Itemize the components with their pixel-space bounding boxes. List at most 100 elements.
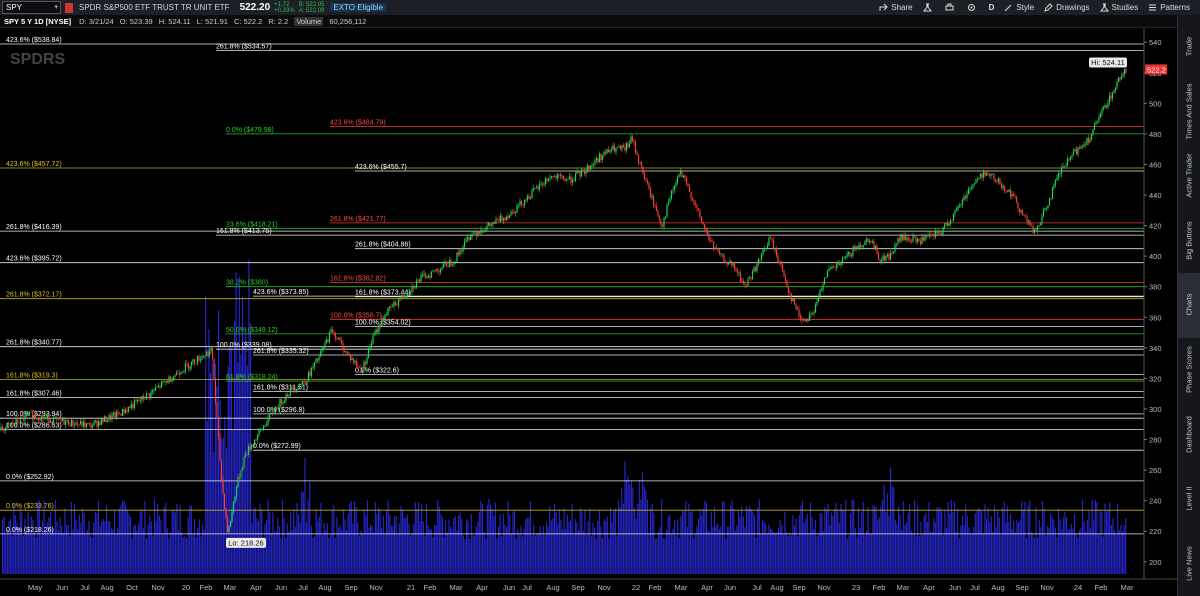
candle-body [1123, 69, 1126, 75]
candle-body [1015, 197, 1018, 203]
volume-bar [578, 530, 580, 574]
candle-body [28, 411, 31, 414]
volume-bar [629, 484, 631, 574]
volume-bar [890, 467, 892, 574]
volume-bar [19, 507, 21, 574]
print-button[interactable] [945, 3, 957, 12]
volume-bar [856, 536, 858, 574]
time-tick-label: Sep [571, 583, 584, 592]
candle-body [597, 158, 599, 163]
volume-bar [86, 530, 88, 574]
volume-bar [1008, 522, 1010, 574]
symbol-input[interactable]: SPY ▾ [2, 1, 61, 14]
candle-body [417, 279, 419, 281]
price-tick-label: 220 [1149, 527, 1162, 536]
volume-bar [698, 518, 700, 574]
volume-bar [595, 539, 597, 574]
volume-bar [174, 512, 176, 574]
volume-bar [395, 516, 397, 574]
chevron-down-icon[interactable]: ▾ [54, 2, 58, 13]
side-tab-live-news[interactable]: Live News [1178, 531, 1200, 596]
candle-body [571, 180, 574, 183]
price-chart[interactable]: SPDRS423.6% ($538.84)261.8% ($534.57)423… [0, 28, 1178, 596]
side-tab-times-and-sales[interactable]: Times And Sales [1178, 80, 1200, 145]
volume-bar [1005, 522, 1007, 574]
candle-body [795, 304, 797, 310]
volume-bar [75, 520, 77, 574]
volume-bar [482, 504, 484, 574]
side-tab-big-buttons[interactable]: Big Buttons [1178, 209, 1200, 274]
candle-body [22, 417, 25, 421]
volume-bar [770, 529, 772, 574]
volume-bar [987, 507, 989, 574]
side-tab-phase-scores[interactable]: Phase Scores [1178, 338, 1200, 403]
drawings-button[interactable]: Drawings [1044, 3, 1090, 12]
candle-body [673, 186, 676, 191]
candle-body [19, 417, 22, 423]
candle-body [802, 319, 805, 321]
style-button[interactable]: Style [1004, 3, 1034, 12]
volume-bar [845, 499, 847, 574]
side-tab-label: Times And Sales [1184, 83, 1194, 140]
patterns-button[interactable]: Patterns [1148, 3, 1190, 12]
volume-bar [146, 538, 148, 574]
volume-bar [957, 508, 959, 574]
volume-bar [998, 517, 1000, 574]
volume-bar [1117, 504, 1119, 574]
volume-bar [133, 526, 135, 574]
volume-bar [536, 533, 538, 574]
candle-body [1050, 198, 1052, 200]
candle-body [670, 190, 673, 199]
candle-body [537, 187, 539, 190]
volume-bar [480, 500, 482, 574]
volume-bar [678, 537, 680, 574]
share-button[interactable]: Share [879, 3, 913, 12]
time-tick-label: Aug [770, 583, 783, 592]
volume-bar [139, 511, 141, 574]
candle-body [1101, 109, 1103, 114]
volume-bar [486, 505, 488, 574]
side-tab-charts[interactable]: Charts [1178, 273, 1200, 338]
volume-bar [989, 522, 991, 574]
candle-body [378, 324, 380, 333]
candle-body [757, 258, 760, 265]
candle-body [229, 521, 232, 527]
candle-body [1105, 105, 1108, 108]
volume-bar [266, 520, 268, 574]
volume-bar [558, 509, 560, 574]
side-tab-dashboard[interactable]: Dashboard [1178, 402, 1200, 467]
candle-body [834, 267, 836, 268]
side-tab-level-ii[interactable]: Level II [1178, 467, 1200, 532]
candle-body [147, 393, 149, 395]
candle-body [852, 246, 854, 256]
period-button[interactable]: D [989, 3, 995, 12]
volume-bar [282, 500, 284, 574]
volume-bar [1104, 503, 1106, 574]
candle-body [36, 418, 38, 419]
side-tab-trade[interactable]: Trade [1178, 15, 1200, 80]
volume-bar [48, 517, 50, 574]
candle-body [745, 285, 748, 286]
candle-body [1023, 215, 1025, 216]
studies-label: Studies [1111, 3, 1139, 12]
share-icon [879, 3, 888, 11]
volume-bar [130, 516, 132, 574]
flask-button[interactable] [922, 3, 935, 12]
settings-button[interactable] [967, 3, 979, 12]
volume-bar [291, 529, 293, 574]
candle-body [805, 319, 808, 322]
candle-body [958, 205, 961, 207]
candle-body [615, 148, 617, 152]
time-tick-label: Feb [873, 583, 886, 592]
studies-button[interactable]: Studies [1099, 3, 1139, 12]
volume-bar [483, 532, 485, 574]
candle-body [55, 417, 58, 419]
side-tab-active-trader[interactable]: Active Trader [1178, 144, 1200, 209]
symbol-description: SPDR S&P500 ETF TRUST TR UNIT ETF [79, 3, 230, 12]
volume-bar [166, 528, 168, 574]
volume-bar [197, 527, 199, 574]
volume-bar [762, 520, 764, 574]
volume-bar [616, 535, 618, 574]
candle-body [171, 380, 173, 382]
volume-bar [181, 532, 183, 574]
